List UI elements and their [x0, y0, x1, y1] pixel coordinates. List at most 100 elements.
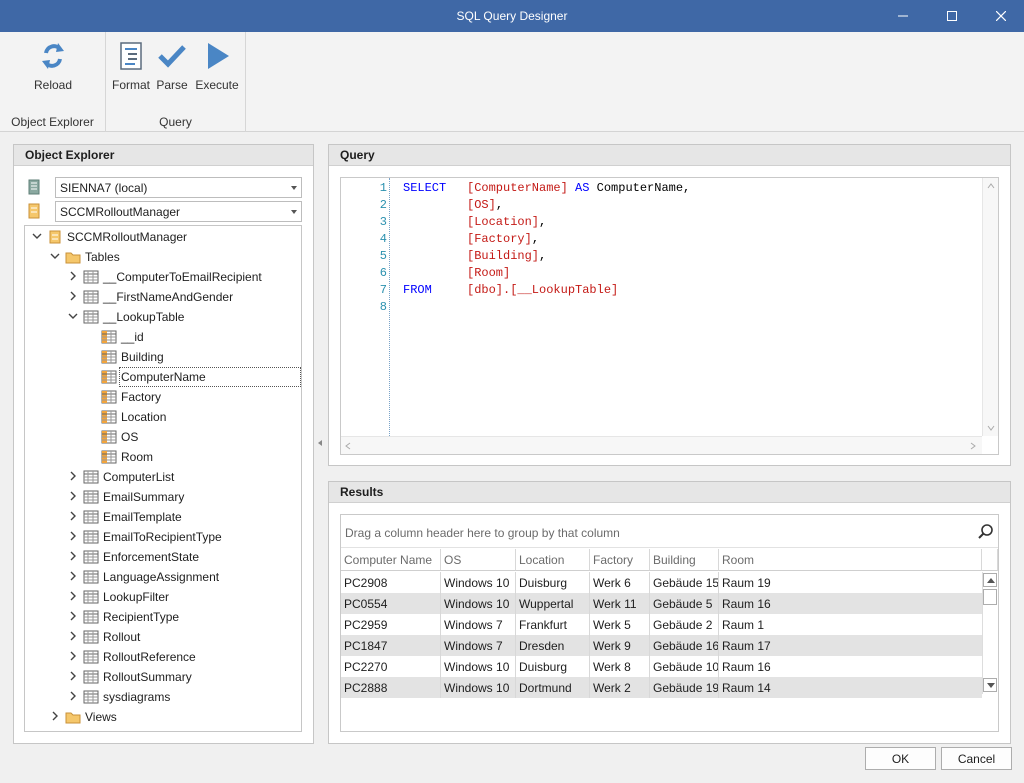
splitter-collapse-button[interactable] — [316, 437, 324, 449]
tree-node-table[interactable]: __ComputerToEmailRecipient — [25, 267, 301, 287]
tree-node-tables[interactable]: Tables — [25, 247, 301, 267]
table-icon — [83, 310, 99, 324]
chevron-right-icon[interactable] — [68, 610, 78, 622]
table-row[interactable]: PC0554 Windows 10 Wuppertal Werk 11 Gebäude … — [341, 593, 982, 614]
execute-label: Execute — [195, 78, 239, 92]
sql-editor[interactable]: 1 SELECT [ComputerName] AS ComputerName, 2 [… — [340, 177, 999, 455]
tree-node-table[interactable]: EmailSummary — [25, 487, 301, 507]
maximize-icon — [947, 11, 957, 21]
grid-vertical-scrollbar[interactable] — [982, 572, 998, 694]
cancel-button[interactable]: Cancel — [941, 747, 1012, 770]
tree-node-column[interactable]: ComputerName — [25, 367, 301, 387]
format-button[interactable]: Format — [111, 40, 151, 92]
chevron-down-icon[interactable] — [32, 230, 42, 242]
column-header[interactable]: OS — [441, 549, 516, 571]
tree-node-table[interactable]: RecipientType — [25, 607, 301, 627]
chevron-right-icon[interactable] — [68, 690, 78, 702]
tree-node-table[interactable]: LanguageAssignment — [25, 567, 301, 587]
line-number: 6 — [379, 266, 387, 280]
group-by-panel[interactable]: Drag a column header here to group by th… — [341, 515, 998, 548]
tree-node-column[interactable]: Building — [25, 347, 301, 367]
tree-node-views[interactable]: Views — [25, 707, 301, 727]
parse-button[interactable]: Parse — [154, 40, 190, 92]
tree-node-column[interactable]: Location — [25, 407, 301, 427]
sql-code-line: [Location], — [467, 215, 546, 229]
tree-node-table[interactable]: EnforcementState — [25, 547, 301, 567]
chevron-right-icon[interactable] — [68, 650, 78, 662]
ok-button[interactable]: OK — [865, 747, 936, 770]
scroll-down-button[interactable] — [983, 678, 997, 692]
tree-node-table[interactable]: RolloutSummary — [25, 667, 301, 687]
chevron-right-icon[interactable] — [68, 590, 78, 602]
chevron-down-icon[interactable] — [50, 250, 60, 262]
table-row[interactable]: PC2959 Windows 7 Frankfurt Werk 5 Gebäude 2R… — [341, 614, 982, 635]
tree-node-column[interactable]: __id — [25, 327, 301, 347]
table-row[interactable]: PC2270 Windows 10 Duisburg Werk 8 Gebäude 10… — [341, 656, 982, 677]
table-icon — [83, 630, 99, 644]
server-select[interactable]: SIENNA7 (local) — [55, 177, 302, 198]
maximize-button[interactable] — [929, 0, 975, 32]
minimize-button[interactable] — [880, 0, 926, 32]
chevron-right-icon[interactable] — [68, 570, 78, 582]
table-cell: Gebäude 19 — [650, 677, 719, 698]
table-cell: Werk 11 — [590, 593, 650, 614]
results-grid[interactable]: Drag a column header here to group by th… — [340, 514, 999, 732]
chevron-right-icon[interactable] — [68, 510, 78, 522]
table-cell: PC0554 — [341, 593, 441, 614]
chevron-down-icon — [291, 186, 297, 190]
sql-identifier: [ComputerName] — [467, 181, 568, 195]
execute-button[interactable]: Execute — [195, 40, 239, 92]
tree-node-label: ComputerList — [103, 470, 175, 484]
database-icon — [28, 203, 40, 219]
folder-icon — [65, 250, 81, 264]
chevron-right-icon[interactable] — [68, 270, 78, 282]
column-header[interactable]: Location — [516, 549, 590, 571]
chevron-right-icon[interactable] — [68, 630, 78, 642]
tree-node-table[interactable]: Rollout — [25, 627, 301, 647]
column-header[interactable]: Computer Name — [341, 549, 441, 571]
reload-button[interactable]: Reload — [27, 40, 79, 92]
chevron-right-icon[interactable] — [68, 470, 78, 482]
parse-label: Parse — [156, 78, 188, 92]
chevron-right-icon[interactable] — [68, 290, 78, 302]
close-button[interactable] — [978, 0, 1024, 32]
sql-code-line: [dbo].[__LookupTable] — [467, 283, 618, 297]
object-tree[interactable]: SCCMRolloutManager Tables __ComputerToEmai… — [24, 225, 302, 732]
tree-node-column[interactable]: Factory — [25, 387, 301, 407]
database-select[interactable]: SCCMRolloutManager — [55, 201, 302, 222]
chevron-right-icon[interactable] — [68, 550, 78, 562]
editor-horizontal-scrollbar[interactable] — [341, 436, 982, 454]
column-icon — [101, 430, 117, 444]
editor-vertical-scrollbar[interactable] — [982, 178, 998, 436]
chevron-up-icon — [987, 578, 995, 583]
tree-node-table[interactable]: __FirstNameAndGender — [25, 287, 301, 307]
chevron-down-icon[interactable] — [68, 310, 78, 322]
column-header[interactable]: Room — [719, 549, 982, 571]
column-header[interactable]: Factory — [590, 549, 650, 571]
chevron-right-icon[interactable] — [68, 670, 78, 682]
table-cell: Raum 14 — [722, 681, 771, 695]
search-icon[interactable] — [978, 523, 994, 539]
table-row[interactable]: PC2888 Windows 10 Dortmund Werk 2 Gebäude 19… — [341, 677, 982, 698]
tree-node-label: EnforcementState — [103, 550, 200, 564]
table-row[interactable]: PC1847 Windows 7 Dresden Werk 9 Gebäude 16 Ra… — [341, 635, 982, 656]
tree-node-database[interactable]: SCCMRolloutManager — [25, 227, 301, 247]
tree-node-table[interactable]: LookupFilter — [25, 587, 301, 607]
column-header[interactable]: Building — [650, 549, 719, 571]
tree-node-table[interactable]: EmailTemplate — [25, 507, 301, 527]
scroll-up-button[interactable] — [983, 573, 997, 587]
tree-node-table[interactable]: sysdiagrams — [25, 687, 301, 707]
chevron-right-icon[interactable] — [68, 530, 78, 542]
table-cell: Werk 9 — [590, 635, 650, 656]
tree-node-table[interactable]: RolloutReference — [25, 647, 301, 667]
table-cell: Werk 5 — [590, 614, 650, 635]
chevron-right-icon[interactable] — [50, 710, 60, 722]
tree-node-column[interactable]: OS — [25, 427, 301, 447]
tree-node-column[interactable]: Room — [25, 447, 301, 467]
table-row[interactable]: PC2908 Windows 10 Duisburg Werk 6 Gebäude 15… — [341, 572, 982, 593]
tree-node-table[interactable]: ComputerList — [25, 467, 301, 487]
tree-node-table[interactable]: __LookupTable — [25, 307, 301, 327]
tree-node-table[interactable]: EmailToRecipientType — [25, 527, 301, 547]
chevron-right-icon[interactable] — [68, 490, 78, 502]
scroll-thumb[interactable] — [983, 589, 997, 605]
